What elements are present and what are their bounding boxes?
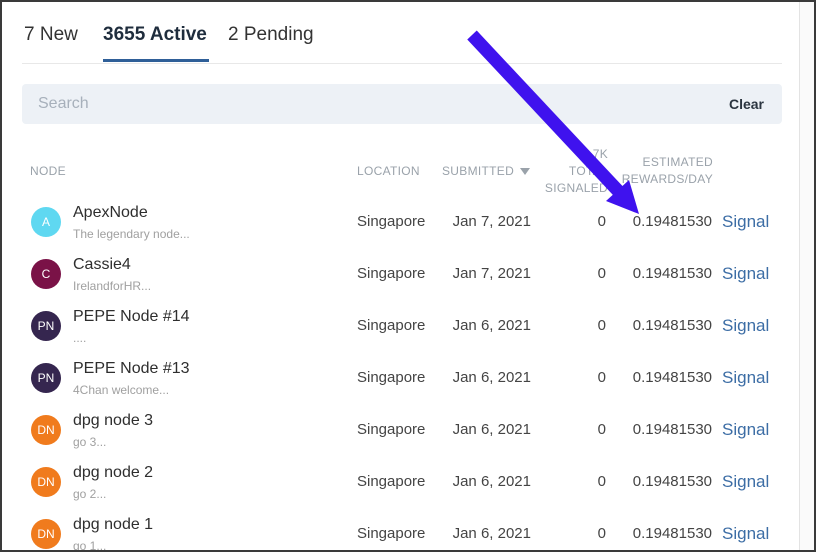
column-header-node: NODE (30, 164, 66, 178)
node-row[interactable]: C Cassie4 IrelandforHR... Singapore Jan 7, 2… (22, 251, 782, 303)
node-submitted-date: Jan 7, 2021 (452, 213, 531, 230)
node-location: Singapore (357, 421, 426, 438)
avatar: DN (31, 467, 61, 497)
signal-button[interactable]: Signal (722, 316, 769, 336)
search-bar: Clear (22, 84, 782, 124)
node-submitted-date: Jan 6, 2021 (452, 473, 531, 490)
signal-button[interactable]: Signal (722, 420, 769, 440)
column-header-submitted[interactable]: SUBMITTED (442, 163, 531, 180)
node-description: The legendary node... (73, 227, 190, 241)
node-name[interactable]: dpg node 1 (73, 516, 153, 534)
tab-pending[interactable]: 2 Pending (228, 24, 314, 46)
node-row[interactable]: PN PEPE Node #13 4Chan welcome... Singapore… (22, 355, 782, 407)
node-name[interactable]: dpg node 3 (73, 412, 153, 430)
signal-button[interactable]: Signal (722, 524, 769, 544)
node-row[interactable]: A ApexNode The legendary node... Singapore J… (22, 199, 782, 251)
avatar: PN (31, 363, 61, 393)
node-row[interactable]: PN PEPE Node #14.... Singapore Jan 6, 2021 0… (22, 303, 782, 355)
node-estimated-reward: 0.19481530 (632, 525, 712, 542)
submitted-label: SUBMITTED (442, 164, 515, 178)
node-row[interactable]: DN dpg node 3 go 3... Singapore Jan 6, 2021 0… (22, 407, 782, 459)
active-tab-underline (103, 59, 209, 62)
node-submitted-date: Jan 6, 2021 (452, 525, 531, 542)
signaled-line1: 7K (592, 147, 608, 161)
node-location: Singapore (357, 265, 426, 282)
column-header-location: LOCATION (357, 164, 420, 178)
node-location: Singapore (357, 525, 426, 542)
node-location: Singapore (357, 213, 426, 230)
clear-button[interactable]: Clear (729, 96, 764, 112)
node-estimated-reward: 0.19481530 (632, 369, 712, 386)
node-name[interactable]: PEPE Node #14 (73, 308, 190, 326)
node-name[interactable]: PEPE Node #13 (73, 360, 190, 378)
node-description: go 3... (73, 435, 107, 449)
sort-down-icon (520, 168, 531, 176)
node-estimated-reward: 0.19481530 (632, 421, 712, 438)
node-description: .... (73, 331, 87, 345)
node-row[interactable]: DN dpg node 1 go 1... Singapore Jan 6, 2021 0… (22, 511, 782, 552)
node-total-signaled: 0 (597, 525, 606, 542)
node-estimated-reward: 0.19481530 (632, 213, 712, 230)
tab-active[interactable]: 3655 Active (103, 24, 207, 46)
node-estimated-reward: 0.19481530 (632, 317, 712, 334)
node-name[interactable]: dpg node 2 (73, 464, 153, 482)
signal-button[interactable]: Signal (722, 264, 769, 284)
nodes-panel: 7 New 3655 Active 2 Pending Clear NODE L… (0, 0, 816, 552)
node-location: Singapore (357, 317, 426, 334)
search-input[interactable] (38, 84, 678, 124)
column-header-rewards: ESTIMATED REWARDS/DAY (622, 154, 713, 188)
node-description: 4Chan welcome... (73, 383, 170, 397)
node-total-signaled: 0 (597, 473, 606, 490)
signal-button[interactable]: Signal (722, 472, 769, 492)
node-location: Singapore (357, 369, 426, 386)
rewards-line1: ESTIMATED (642, 155, 713, 169)
avatar: DN (31, 519, 61, 549)
node-description: go 2... (73, 487, 107, 501)
node-location: Singapore (357, 473, 426, 490)
node-total-signaled: 0 (597, 265, 606, 282)
node-estimated-reward: 0.19481530 (632, 473, 712, 490)
node-submitted-date: Jan 6, 2021 (452, 421, 531, 438)
node-total-signaled: 0 (597, 369, 606, 386)
node-description: go 1... (73, 539, 107, 552)
avatar: DN (31, 415, 61, 445)
node-submitted-date: Jan 6, 2021 (452, 317, 531, 334)
avatar: C (31, 259, 61, 289)
signal-button[interactable]: Signal (722, 212, 769, 232)
node-total-signaled: 0 (597, 317, 606, 334)
node-submitted-date: Jan 6, 2021 (452, 369, 531, 386)
node-name[interactable]: ApexNode (73, 204, 148, 222)
node-estimated-reward: 0.19481530 (632, 265, 712, 282)
node-name[interactable]: Cassie4 (73, 256, 131, 274)
node-row[interactable]: DN dpg node 2 go 2... Singapore Jan 6, 2021 0… (22, 459, 782, 511)
signal-button[interactable]: Signal (722, 368, 769, 388)
tab-new[interactable]: 7 New (24, 24, 78, 46)
signaled-line3: SIGNALED (544, 181, 608, 195)
tabs-divider (22, 63, 782, 64)
node-total-signaled: 0 (597, 213, 606, 230)
avatar: PN (31, 311, 61, 341)
scrollbar-track[interactable] (799, 2, 814, 550)
avatar: A (31, 207, 61, 237)
signaled-line2: TOTAL (568, 164, 608, 178)
node-submitted-date: Jan 7, 2021 (452, 265, 531, 282)
column-header-signaled: 7K TOTAL SIGNALED (545, 146, 608, 197)
rewards-line2: REWARDS/DAY (621, 172, 713, 186)
node-description: IrelandforHR... (73, 279, 152, 293)
node-total-signaled: 0 (597, 421, 606, 438)
